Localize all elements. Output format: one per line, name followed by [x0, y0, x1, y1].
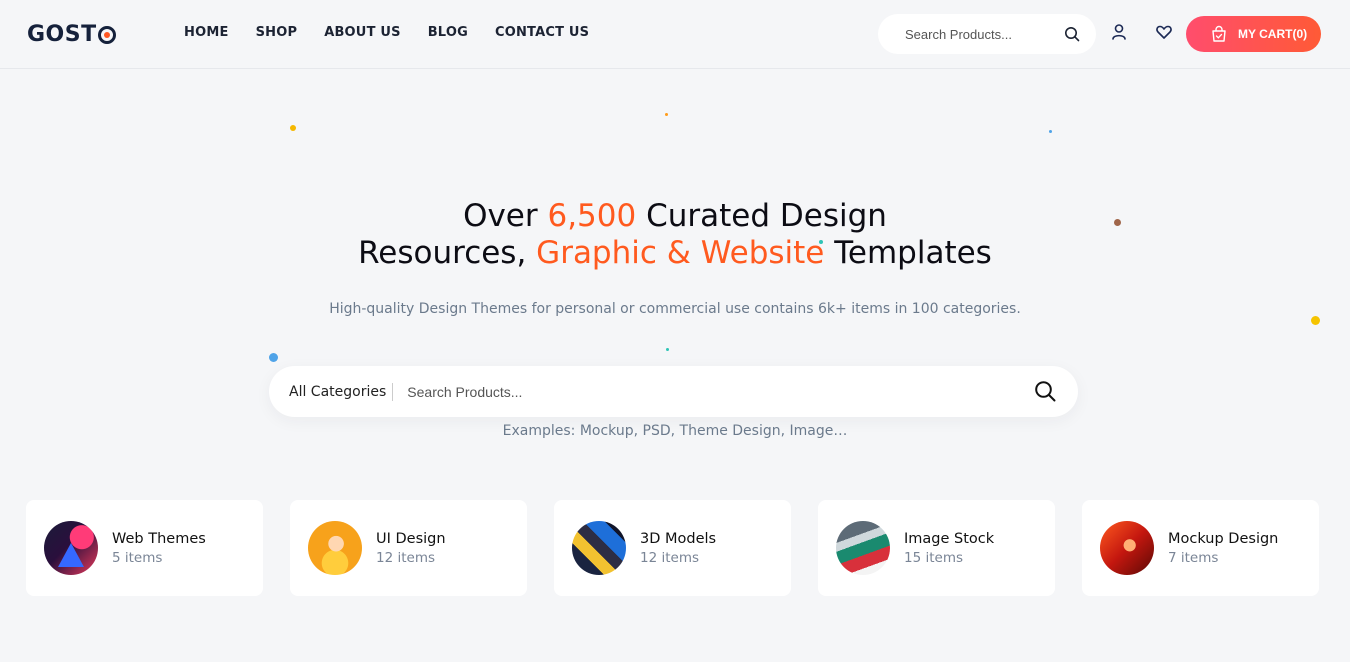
- hero-title-text: Curated Design: [636, 198, 887, 234]
- hero-title: Over 6,500 Curated Design Resources, Gra…: [0, 198, 1350, 272]
- search-icon[interactable]: [1064, 26, 1080, 42]
- logo-o-mark-icon: [97, 25, 116, 44]
- category-thumbnail: [1100, 521, 1154, 575]
- main-nav: HOME SHOP ABOUT US BLOG CONTACT US: [184, 25, 589, 40]
- category-count: 15 items: [904, 549, 964, 566]
- decor-dot: [269, 353, 278, 362]
- decor-dot: [666, 348, 669, 351]
- category-thumbnail: [308, 521, 362, 575]
- nav-blog[interactable]: BLOG: [428, 25, 468, 40]
- user-icon[interactable]: [1110, 23, 1128, 41]
- search-examples: Examples: Mockup, PSD, Theme Design, Ima…: [502, 423, 848, 439]
- header-search-box: [878, 14, 1096, 54]
- category-name: Image Stock: [904, 530, 995, 547]
- shopping-bag-icon: [1212, 25, 1226, 42]
- category-thumbnail: [836, 521, 890, 575]
- category-card-ui-design[interactable]: UI Design 12 items: [290, 500, 527, 596]
- hero-title-text: Templates: [824, 235, 992, 271]
- decor-dot: [1049, 130, 1052, 133]
- hero-title-accent: Graphic & Website: [536, 235, 825, 271]
- category-card-3d-models[interactable]: 3D Models 12 items: [554, 500, 791, 596]
- hero-title-text: Over: [463, 198, 548, 234]
- hero-title-line1: Over 6,500 Curated Design: [463, 198, 887, 234]
- decor-dot: [665, 113, 668, 116]
- logo[interactable]: GOST: [27, 22, 116, 47]
- heart-icon[interactable]: [1155, 23, 1173, 41]
- hero-search-bar: All Categories: [269, 366, 1078, 417]
- nav-home[interactable]: HOME: [184, 25, 229, 40]
- decor-dot: [290, 125, 296, 131]
- category-card-image-stock[interactable]: Image Stock 15 items: [818, 500, 1055, 596]
- category-thumbnail: [44, 521, 98, 575]
- logo-text: GOST: [27, 22, 97, 47]
- category-count: 12 items: [376, 549, 436, 566]
- category-select[interactable]: All Categories: [269, 382, 394, 401]
- search-icon[interactable]: [1034, 380, 1056, 402]
- category-thumbnail: [572, 521, 626, 575]
- my-cart-button[interactable]: MY CART(0): [1186, 16, 1321, 52]
- hero-title-text: Resources,: [358, 235, 537, 271]
- hero-search-input[interactable]: [407, 383, 1008, 400]
- category-count: 5 items: [112, 549, 163, 566]
- hero-subtitle: High-quality Design Themes for personal …: [329, 301, 1021, 317]
- category-name: 3D Models: [640, 530, 717, 547]
- nav-shop[interactable]: SHOP: [256, 25, 298, 40]
- category-count: 12 items: [640, 549, 700, 566]
- category-card-web-themes[interactable]: Web Themes 5 items: [26, 500, 263, 596]
- category-name: UI Design: [376, 530, 446, 547]
- hero-title-line2: Resources, Graphic & Website Templates: [358, 235, 992, 271]
- decor-dot: [1311, 316, 1320, 325]
- cart-label: MY CART(0): [1238, 27, 1308, 41]
- category-list: Web Themes 5 items UI Design 12 items 3D…: [26, 500, 1319, 596]
- category-name: Web Themes: [112, 530, 206, 547]
- category-name: Mockup Design: [1168, 530, 1279, 547]
- nav-contact-us[interactable]: CONTACT US: [495, 25, 589, 40]
- category-count: 7 items: [1168, 549, 1219, 566]
- hero-title-accent: 6,500: [547, 198, 637, 234]
- nav-about-us[interactable]: ABOUT US: [324, 25, 401, 40]
- header-search-input[interactable]: [905, 26, 1055, 42]
- site-header: GOST HOME SHOP ABOUT US BLOG CONTACT US …: [0, 0, 1350, 68]
- category-card-mockup-design[interactable]: Mockup Design 7 items: [1082, 500, 1319, 596]
